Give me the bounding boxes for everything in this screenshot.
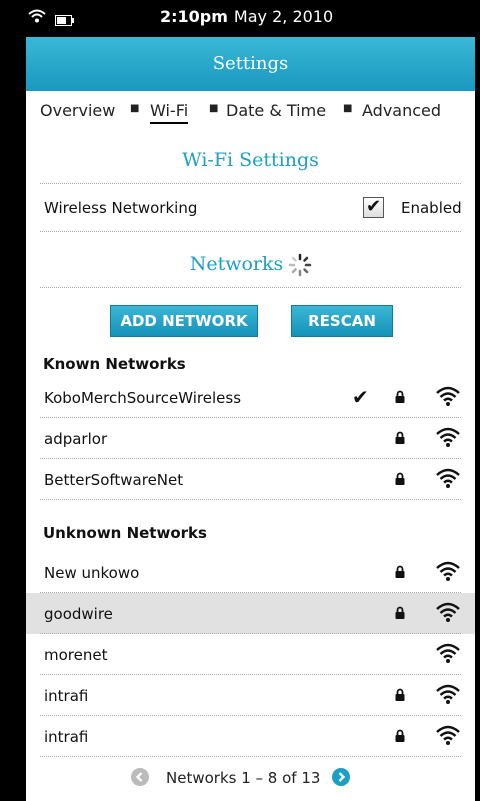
unknown-network-row[interactable]: intrafi: [26, 716, 475, 757]
wifi-signal-icon: [436, 724, 460, 750]
device-frame: 2:10pm May 2, 2010 Settings Overview ■ Wi…: [0, 0, 480, 801]
networks-title: Networks: [189, 253, 284, 275]
unknown-networks-heading: Unknown Networks: [43, 524, 207, 542]
network-name: New unkowo: [44, 564, 140, 582]
pagination: Networks 1 – 8 of 13: [26, 764, 475, 794]
wireless-networking-label: Wireless Networking: [44, 199, 198, 217]
add-network-button[interactable]: ADD NETWORK: [110, 305, 258, 337]
wifi-signal-icon: [436, 560, 460, 586]
settings-screen: Settings Overview ■ Wi-Fi ■ Date & Time …: [26, 37, 475, 801]
rescan-button[interactable]: RESCAN: [291, 305, 393, 337]
pagination-label: Networks 1 – 8 of 13: [166, 769, 321, 787]
unknown-network-row[interactable]: intrafi: [26, 675, 475, 716]
tab-separator: ■: [130, 103, 140, 114]
tab-separator: ■: [209, 103, 219, 114]
known-network-row[interactable]: adparlor: [26, 418, 475, 459]
network-name: BetterSoftwareNet: [44, 471, 184, 489]
next-page-icon[interactable]: [332, 768, 350, 790]
divider: [40, 756, 461, 757]
lock-icon: [395, 605, 405, 623]
known-network-row[interactable]: KoboMerchSourceWireless ✔: [26, 377, 475, 418]
wireless-state-label: Enabled: [401, 199, 462, 217]
wifi-signal-icon: [436, 467, 460, 493]
wifi-signal-icon: [436, 642, 460, 668]
network-name: goodwire: [44, 605, 113, 623]
wifi-settings-title: Wi-Fi Settings: [182, 149, 319, 171]
wireless-networking-row: Wireless Networking ✔ Enabled: [26, 183, 475, 231]
lock-icon: [395, 389, 405, 407]
wireless-enabled-checkbox[interactable]: ✔: [363, 197, 384, 218]
status-time: 2:10pm: [160, 7, 228, 26]
tab-separator: ■: [343, 103, 353, 114]
unknown-network-row[interactable]: New unkowo: [26, 552, 475, 593]
wifi-icon: [28, 9, 46, 27]
connected-check-icon: ✔: [352, 385, 369, 409]
divider: [40, 287, 461, 288]
network-name: adparlor: [44, 430, 108, 448]
page-title: Settings: [26, 37, 475, 91]
wifi-signal-icon: [436, 426, 460, 452]
divider: [40, 499, 461, 500]
battery-icon: [55, 12, 75, 30]
clock: 2:10pm May 2, 2010: [160, 7, 333, 26]
network-name: intrafi: [44, 728, 89, 746]
tab-overview[interactable]: Overview: [40, 101, 115, 120]
previous-page-icon[interactable]: [131, 768, 149, 790]
tab-wifi[interactable]: Wi-Fi: [150, 101, 189, 124]
wifi-signal-icon: [436, 601, 460, 627]
known-network-row[interactable]: BetterSoftwareNet: [26, 459, 475, 500]
lock-icon: [395, 728, 405, 746]
network-name: morenet: [44, 646, 108, 664]
lock-icon: [395, 430, 405, 448]
lock-icon: [395, 687, 405, 705]
tab-advanced[interactable]: Advanced: [362, 101, 441, 120]
divider: [40, 231, 461, 232]
unknown-network-row[interactable]: morenet: [26, 634, 475, 675]
loading-spinner-icon: [288, 253, 312, 281]
wifi-signal-icon: [436, 683, 460, 709]
network-name: intrafi: [44, 687, 89, 705]
status-bar: 2:10pm May 2, 2010: [0, 0, 480, 37]
settings-tabs: Overview ■ Wi-Fi ■ Date & Time ■ Advance…: [26, 91, 475, 131]
tab-date-time[interactable]: Date & Time: [226, 101, 326, 120]
network-name: KoboMerchSourceWireless: [44, 389, 242, 407]
status-date: May 2, 2010: [233, 7, 334, 26]
wifi-signal-icon: [436, 385, 460, 411]
known-networks-heading: Known Networks: [43, 355, 186, 373]
unknown-network-row[interactable]: goodwire: [26, 593, 475, 634]
lock-icon: [395, 564, 405, 582]
lock-icon: [395, 471, 405, 489]
